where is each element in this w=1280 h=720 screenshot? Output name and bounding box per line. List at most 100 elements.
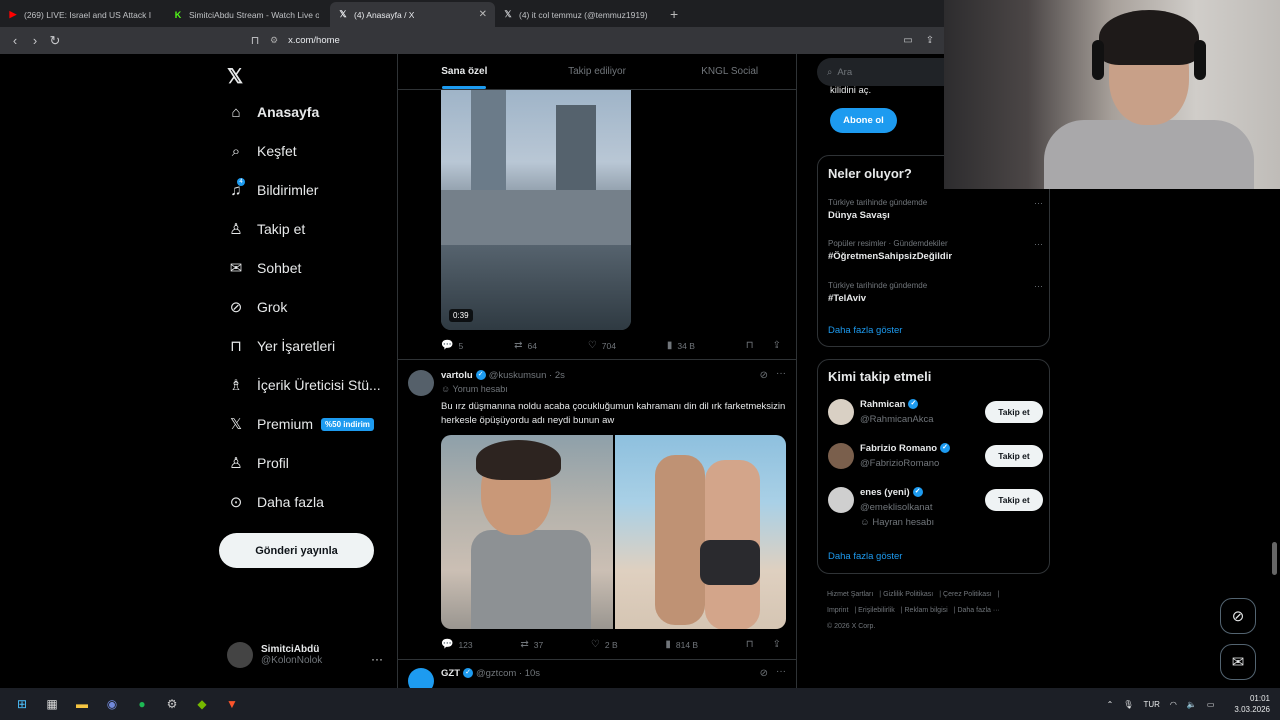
footer-link[interactable]: Erişilebilirlik xyxy=(858,607,895,614)
footer-link[interactable]: Hizmet Şartları xyxy=(827,591,873,598)
folder-icon[interactable]: ▬ xyxy=(70,692,94,716)
account-switcher[interactable]: SimitciAbdü @KolonNolok xyxy=(227,642,322,668)
subscribe-button[interactable]: Abone ol xyxy=(830,108,897,133)
trend-item[interactable]: Türkiye tarihinde gündemde #TelAviv ··· xyxy=(828,281,1043,304)
nvidia-icon[interactable]: ◆ xyxy=(190,692,214,716)
bookmark-icon[interactable]: ⊓ xyxy=(245,34,265,47)
tweet-handle[interactable]: @gztcom xyxy=(476,668,516,679)
account-more-icon[interactable]: ··· xyxy=(371,652,383,666)
reload-icon[interactable]: ↻ xyxy=(45,33,65,49)
more-icon[interactable]: ··· xyxy=(776,666,786,677)
forward-icon[interactable]: › xyxy=(25,33,45,48)
wifi-icon[interactable]: ◠ xyxy=(1170,700,1177,709)
battery-icon[interactable]: ▭ xyxy=(1207,700,1215,709)
tweet-images[interactable] xyxy=(441,435,786,629)
follow-suggestion[interactable]: enes (yeni) ✓ @emeklisolkanat ☺ Hayran he… xyxy=(828,487,1043,535)
footer-link[interactable]: Gizlilik Politikası xyxy=(883,591,933,598)
grok-icon[interactable]: ⊘ xyxy=(760,370,768,381)
tab-following[interactable]: Takip ediliyor xyxy=(531,54,664,89)
follow-suggestion[interactable]: Fabrizio Romano ✓ @FabrizioRomano Takip e… xyxy=(828,443,1043,483)
discord-icon[interactable]: ◉ xyxy=(100,692,124,716)
avatar[interactable] xyxy=(408,370,434,396)
views-button[interactable]: ▮ 34 B xyxy=(667,340,695,351)
footer-link[interactable]: Imprint xyxy=(827,607,848,614)
url-field[interactable]: ⚙ x.com/home xyxy=(270,31,940,50)
retweet-button[interactable]: ⇄ 37 xyxy=(520,639,543,650)
new-tab-button[interactable]: + xyxy=(660,2,688,27)
x-logo-icon[interactable]: 𝕏 xyxy=(227,64,243,89)
nav-item-home[interactable]: ⌂ Anasayfa xyxy=(227,103,319,121)
post-button[interactable]: Gönderi yayınla xyxy=(219,533,374,568)
site-info-icon[interactable]: ⚙ xyxy=(270,35,278,46)
follow-button[interactable]: Takip et xyxy=(985,445,1043,467)
like-button[interactable]: ♡ 2 B xyxy=(591,639,618,650)
nav-item-follow[interactable]: ♙ Takip et xyxy=(227,220,305,238)
bookmark-button[interactable]: ⊓ ⇪ xyxy=(746,639,786,650)
nav-item-premium[interactable]: 𝕏 Premium %50 indirim xyxy=(227,415,374,433)
nav-item-grok[interactable]: ⊘ Grok xyxy=(227,298,288,316)
footer-link[interactable]: Reklam bilgisi xyxy=(905,607,948,614)
footer-link[interactable]: Daha fazla ··· xyxy=(957,607,999,614)
tweet-author[interactable]: GZT xyxy=(441,668,460,679)
show-more-link[interactable]: Daha fazla göster xyxy=(828,325,902,336)
nav-item-bookmarks[interactable]: ⊓ Yer İşaretleri xyxy=(227,337,335,355)
windows-start-icon[interactable]: ⊞ xyxy=(10,692,34,716)
tweet-time[interactable]: 2s xyxy=(555,370,565,381)
follow-button[interactable]: Takip et xyxy=(985,401,1043,423)
tweet-image[interactable] xyxy=(441,435,613,629)
grok-icon[interactable]: ⊘ xyxy=(760,668,768,679)
messages-fab-icon[interactable]: ✉ xyxy=(1220,644,1256,680)
cast-icon[interactable]: ▭ xyxy=(898,35,918,46)
more-icon[interactable]: ··· xyxy=(1034,281,1043,291)
grok-fab-icon[interactable]: ⊘ xyxy=(1220,598,1256,634)
tweet-author[interactable]: vartolu xyxy=(441,370,473,381)
share-icon[interactable]: ⇪ xyxy=(773,340,781,351)
reply-button[interactable]: 💬 5 xyxy=(441,340,463,351)
avatar[interactable] xyxy=(408,668,434,688)
nav-item-notifications[interactable]: ♫ 4 Bildirimler xyxy=(227,178,318,199)
share-icon[interactable]: ⇪ xyxy=(920,35,940,46)
tweet[interactable]: GZT ✓ @gztcom · 10s ⊘ ··· xyxy=(408,666,788,688)
reply-button[interactable]: 💬 123 xyxy=(441,639,473,650)
like-button[interactable]: ♡ 704 xyxy=(588,340,616,351)
browser-tab[interactable]: ▶ (269) LIVE: Israel and US Attack I xyxy=(0,2,165,27)
chevron-up-icon[interactable]: ⌃ xyxy=(1107,700,1114,709)
tab-for-you[interactable]: Sana özel xyxy=(398,54,531,89)
microphone-icon[interactable]: 🎙 xyxy=(1123,700,1133,709)
spotify-icon[interactable]: ● xyxy=(130,692,154,716)
nav-item-chat[interactable]: ✉ Sohbet xyxy=(227,259,302,277)
trend-item[interactable]: Popüler resimler · Gündemdekiler #Öğretme… xyxy=(828,239,1043,262)
back-icon[interactable]: ‹ xyxy=(5,33,25,48)
volume-icon[interactable]: 🔈 xyxy=(1187,700,1197,709)
browser-tab-active[interactable]: 𝕏 (4) Anasayfa / X ✕ xyxy=(330,2,495,27)
nav-item-creator-studio[interactable]: ♗ İçerik Üreticisi Stü... xyxy=(227,376,380,394)
close-icon[interactable]: ✕ xyxy=(479,9,487,20)
more-icon[interactable]: ··· xyxy=(1034,239,1043,249)
brave-icon[interactable]: ▼ xyxy=(220,692,244,716)
tweet-image[interactable] xyxy=(614,435,786,629)
bookmark-button[interactable]: ⊓ ⇪ xyxy=(746,340,786,351)
clock[interactable]: 01:01 3.03.2026 xyxy=(1224,693,1270,715)
scrollbar[interactable] xyxy=(1272,542,1277,575)
follow-button[interactable]: Takip et xyxy=(985,489,1043,511)
nav-item-profile[interactable]: ♙ Profil xyxy=(227,454,289,472)
tweet-video[interactable]: 0:39 xyxy=(441,90,631,330)
store-icon[interactable]: ▦ xyxy=(40,692,64,716)
browser-tab[interactable]: 𝕏 (4) it col temmuz (@temmuz1919) / X xyxy=(495,2,660,27)
footer-link[interactable]: Çerez Politikası xyxy=(943,591,992,598)
nav-item-more[interactable]: ⊙ Daha fazla xyxy=(227,493,324,511)
tweet-handle[interactable]: @kuskumsun xyxy=(489,370,547,381)
trend-item[interactable]: Türkiye tarihinde gündemde Dünya Savaşı ··… xyxy=(828,198,1043,221)
views-button[interactable]: ▮ 814 B xyxy=(665,639,698,650)
show-more-link[interactable]: Daha fazla göster xyxy=(828,551,902,562)
tweet-time[interactable]: 10s xyxy=(525,668,540,679)
share-icon[interactable]: ⇪ xyxy=(773,639,781,650)
follow-suggestion[interactable]: Rahmican ✓ @RahmicanAkca Takip et xyxy=(828,399,1043,439)
more-icon[interactable]: ··· xyxy=(776,368,786,379)
browser-tab[interactable]: K SimitciAbdu Stream - Watch Live on xyxy=(165,2,330,27)
more-icon[interactable]: ··· xyxy=(1034,198,1043,208)
steam-icon[interactable]: ⚙ xyxy=(160,692,184,716)
nav-item-explore[interactable]: ⌕ Keşfet xyxy=(227,142,297,160)
language-indicator[interactable]: TUR xyxy=(1143,700,1159,709)
retweet-button[interactable]: ⇄ 64 xyxy=(514,340,537,351)
